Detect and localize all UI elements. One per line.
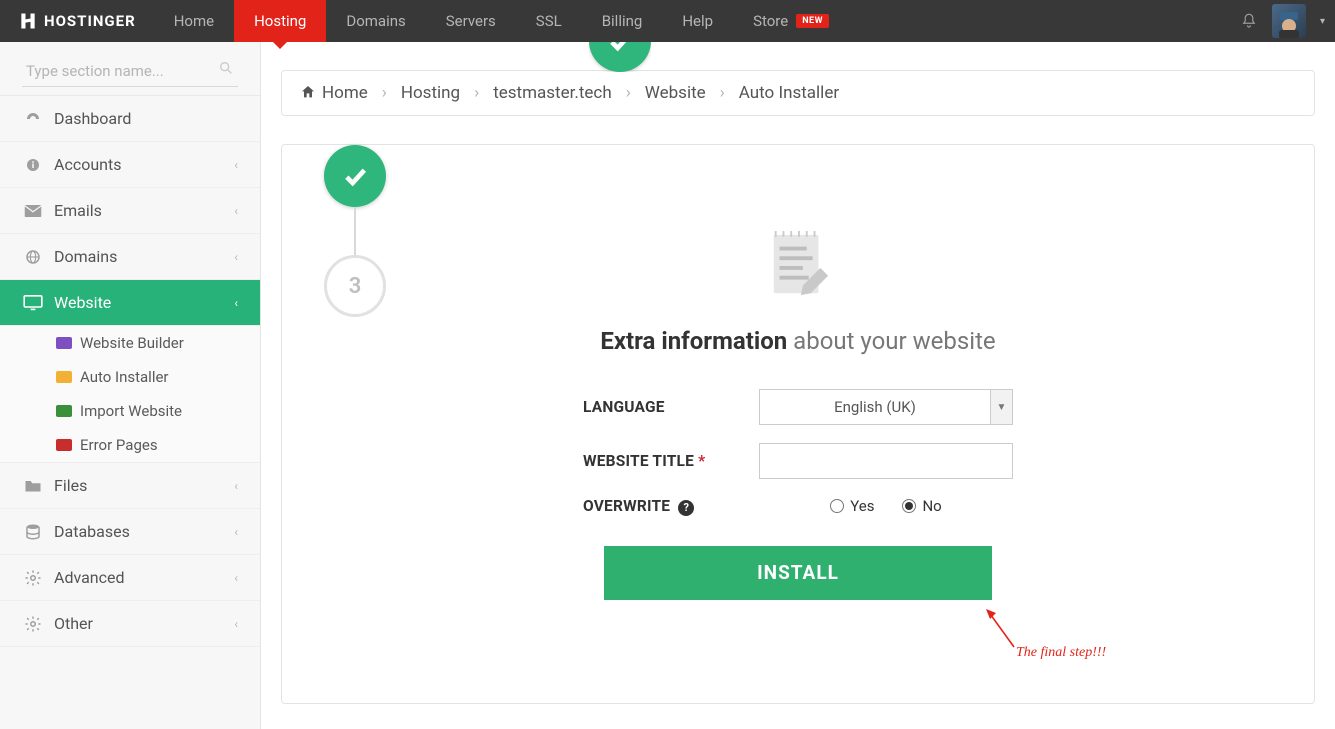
breadcrumb-current: Auto Installer [739,83,839,103]
brand-text: HOSTINGER [44,12,136,30]
main-content: Home › Hosting › testmaster.tech › Websi… [261,42,1335,729]
help-icon[interactable]: ? [678,500,694,516]
nav-store[interactable]: Store NEW [733,0,849,42]
monitor-icon [22,294,44,312]
website-title-label: WEBSITE TITLE * [583,452,759,470]
error-icon [56,439,72,451]
brand-logo[interactable]: HOSTINGER [0,0,154,42]
breadcrumb: Home › Hosting › testmaster.tech › Websi… [281,70,1315,116]
radio-icon [902,499,916,513]
document-edit-icon [764,225,832,307]
folder-icon [22,477,44,495]
hostinger-logo-icon [18,11,38,31]
auto-installer-icon [56,371,72,383]
breadcrumb-website[interactable]: Website [645,83,706,103]
annotation-text: The final step!!! [1016,645,1106,661]
chevron-left-icon: ‹ [234,204,238,218]
check-icon [341,162,369,190]
website-title-input[interactable] [759,443,1013,479]
chevron-right-icon: › [474,83,479,103]
field-website-title: WEBSITE TITLE * [583,443,1013,479]
breadcrumb-domain[interactable]: testmaster.tech [493,83,611,103]
step-connector [354,207,356,255]
sidebar-item-databases[interactable]: Databases ‹ [0,509,260,555]
field-overwrite: OVERWRITE ? Yes No [583,497,1013,516]
sidebar-item-emails[interactable]: Emails ‹ [0,188,260,234]
chevron-right-icon: › [720,83,725,103]
language-label: LANGUAGE [583,398,759,416]
step-1-circle-partial [589,42,651,72]
chevron-left-icon: ‹ [234,525,238,539]
card-title: Extra information about your website [322,327,1274,355]
sidebar-item-files[interactable]: Files ‹ [0,463,260,509]
chevron-right-icon: › [626,83,631,103]
nav-help[interactable]: Help [662,0,733,42]
mail-icon [22,202,44,220]
search-input[interactable] [22,56,238,87]
sidebar-menu: Dashboard Accounts ‹ Emails ‹ Domains ‹ … [0,96,260,647]
install-button[interactable]: INSTALL [604,546,992,600]
sub-error-pages[interactable]: Error Pages [0,428,260,462]
radio-icon [830,499,844,513]
primary-nav: Home Hosting Domains Servers SSL Billing… [154,0,849,42]
sidebar-item-accounts[interactable]: Accounts ‹ [0,142,260,188]
import-icon [56,405,72,417]
globe-icon [22,248,44,266]
check-icon [606,42,634,55]
nav-servers[interactable]: Servers [426,0,516,42]
notifications-icon[interactable] [1240,12,1258,30]
overwrite-label: OVERWRITE ? [583,497,759,516]
topbar-right: ▾ [1240,0,1335,42]
avatar-chevron-icon[interactable]: ▾ [1320,16,1325,27]
breadcrumb-hosting[interactable]: Hosting [401,83,460,103]
sidebar-item-dashboard[interactable]: Dashboard [0,96,260,142]
chevron-left-icon: ‹ [234,296,238,310]
sub-website-builder[interactable]: Website Builder [0,326,260,360]
sidebar-item-advanced[interactable]: Advanced ‹ [0,555,260,601]
gear-icon [22,569,44,587]
overwrite-no[interactable]: No [902,497,941,515]
nav-hosting[interactable]: Hosting [234,0,326,42]
website-submenu: Website Builder Auto Installer Import We… [0,326,260,463]
gear-icon [22,615,44,633]
nav-ssl[interactable]: SSL [516,0,582,42]
sidebar: Dashboard Accounts ‹ Emails ‹ Domains ‹ … [0,42,261,729]
avatar[interactable] [1272,4,1306,38]
info-icon [22,156,44,174]
topbar: HOSTINGER Home Hosting Domains Servers S… [0,0,1335,42]
sidebar-item-domains[interactable]: Domains ‹ [0,234,260,280]
chevron-left-icon: ‹ [234,571,238,585]
dashboard-icon [22,110,44,128]
sidebar-search [0,42,260,96]
chevron-left-icon: ‹ [234,158,238,172]
builder-icon [56,337,72,349]
chevron-left-icon: ‹ [234,479,238,493]
language-select[interactable]: English (UK) ▼ [759,389,1013,425]
install-form: LANGUAGE English (UK) ▼ WEBSITE TITLE * [583,389,1013,600]
breadcrumb-home[interactable]: Home [300,83,368,103]
chevron-left-icon: ‹ [234,617,238,631]
home-icon [300,84,316,100]
chevron-right-icon: › [382,83,387,103]
chevron-left-icon: ‹ [234,250,238,264]
nav-domains[interactable]: Domains [326,0,425,42]
sidebar-item-website[interactable]: Website ‹ [0,280,260,326]
nav-home[interactable]: Home [154,0,234,42]
field-language: LANGUAGE English (UK) ▼ [583,389,1013,425]
chevron-down-icon: ▼ [990,390,1012,424]
new-badge: NEW [796,14,829,28]
overwrite-yes[interactable]: Yes [830,497,874,515]
install-card: 3 Extra information about your website L… [281,144,1315,704]
nav-billing[interactable]: Billing [582,0,663,42]
sidebar-item-other[interactable]: Other ‹ [0,601,260,647]
step-3-circle: 3 [324,255,386,317]
sub-auto-installer[interactable]: Auto Installer [0,360,260,394]
step-2-circle [324,145,386,207]
database-icon [22,523,44,541]
sub-import-website[interactable]: Import Website [0,394,260,428]
avatar-image [1274,10,1304,38]
